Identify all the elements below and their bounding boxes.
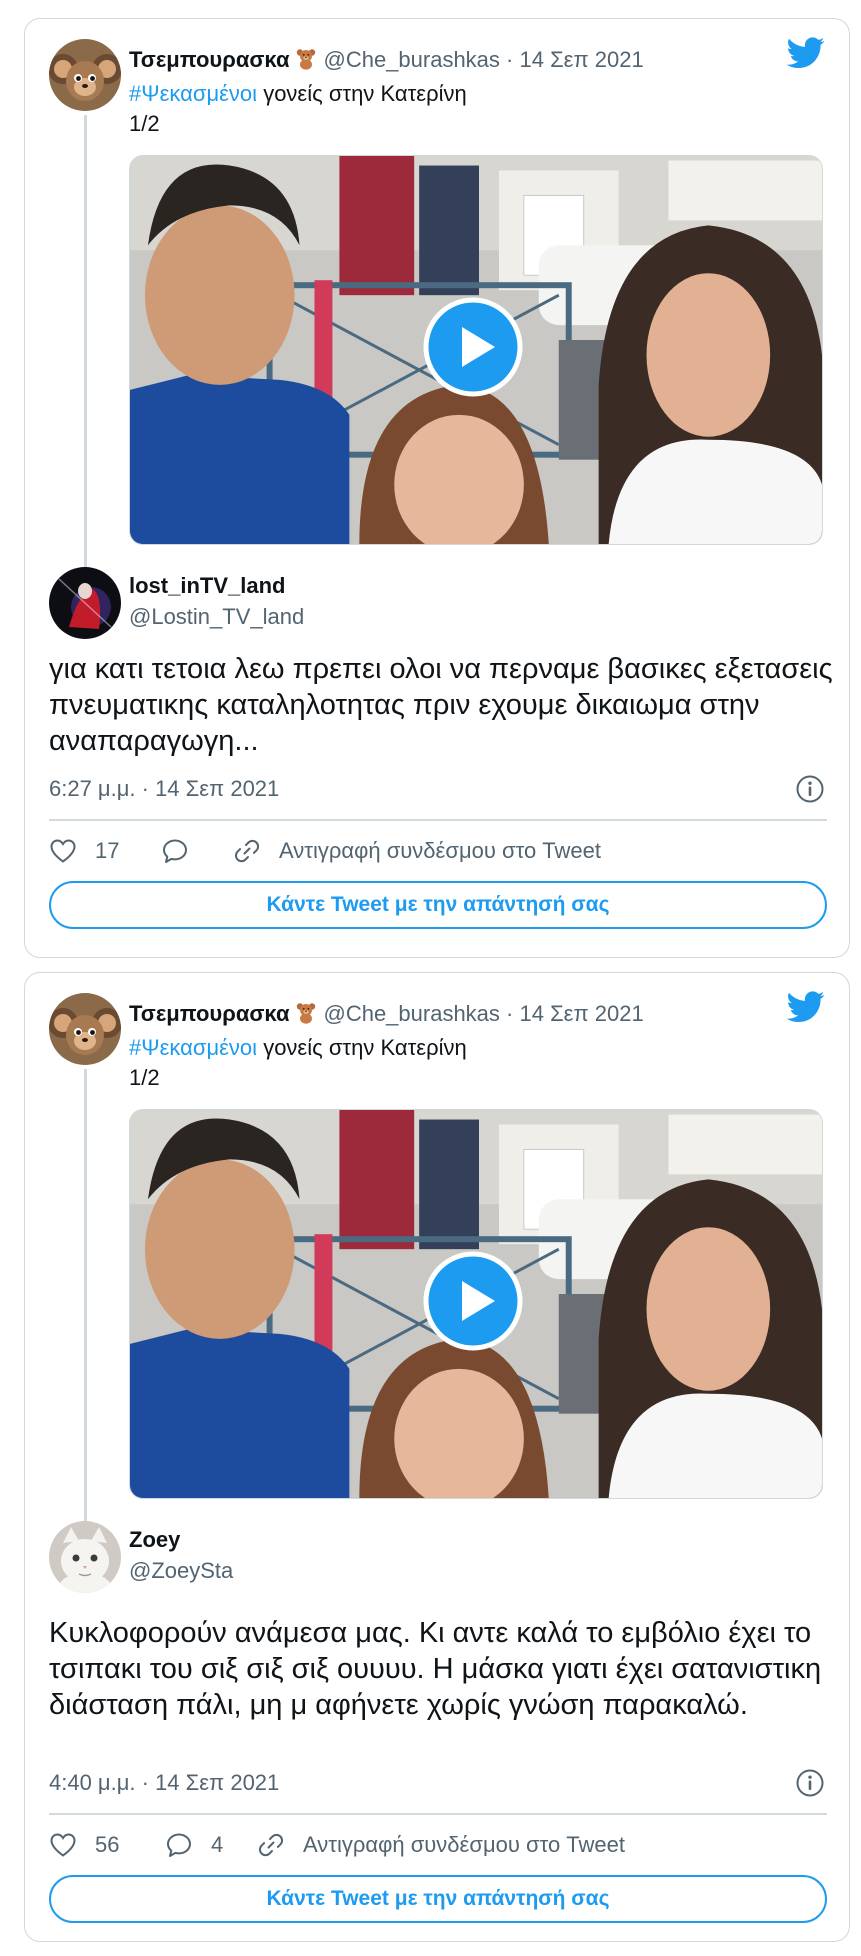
thread-counter: 1/2 [129, 111, 160, 136]
quoted-author-name[interactable]: Τσεμπουρασκα [129, 47, 289, 72]
quoted-author-avatar[interactable] [49, 993, 121, 1065]
play-video-button[interactable] [423, 1251, 523, 1351]
video-thumbnail[interactable] [129, 1109, 823, 1499]
heart-icon [49, 837, 77, 865]
thread-counter: 1/2 [129, 1065, 160, 1090]
divider [49, 1813, 827, 1815]
reply-author-avatar[interactable] [49, 567, 121, 639]
link-icon [233, 837, 261, 865]
quoted-author-name[interactable]: Τσεμπουρασκα [129, 1001, 289, 1026]
like-button[interactable]: 56 [49, 1831, 119, 1859]
hashtag-link[interactable]: #Ψεκασμένοι [129, 81, 257, 106]
reply-button[interactable] [161, 837, 207, 865]
quoted-tweet-header: Τσεμπουρασκα @Che_burashkas · 14 Σεπ 2021 [129, 1000, 644, 1028]
play-icon [423, 1251, 523, 1351]
tweet-your-reply-button[interactable]: Κάντε Tweet με την απάντησή σας [49, 1875, 827, 1923]
reply-text: Κυκλοφορούν ανάμεσα μας. Κι αντε καλά το… [49, 1617, 822, 1721]
quoted-author-handle[interactable]: @Che_burashkas [323, 1001, 499, 1026]
reply-button[interactable]: 4 [165, 1831, 223, 1859]
hashtag-link[interactable]: #Ψεκασμένοι [129, 1035, 257, 1060]
info-icon[interactable] [795, 774, 825, 804]
reply-author-name[interactable]: lost_inTV_land [129, 572, 285, 600]
like-count: 17 [95, 838, 120, 863]
reply-author-avatar[interactable] [49, 1521, 121, 1593]
quoted-text-body: γονείς στην Κατερίνη [263, 81, 467, 106]
copy-link-label: Αντιγραφή συνδέσμου στο Tweet [303, 1832, 625, 1857]
header-separator: · [506, 47, 514, 72]
reply-text: για κατι τετοια λεω πρεπει ολοι να περνα… [49, 653, 833, 757]
quoted-tweet-header: Τσεμπουρασκα @Che_burashkas · 14 Σεπ 2021 [129, 46, 644, 74]
quoted-tweet-text: #Ψεκασμένοι γονείς στην Κατερίνη [129, 1034, 467, 1062]
quoted-tweet-text: #Ψεκασμένοι γονείς στην Κατερίνη [129, 80, 467, 108]
copy-link-button[interactable]: Αντιγραφή συνδέσμου στο Tweet [233, 837, 601, 865]
video-thumbnail[interactable] [129, 155, 823, 545]
twitter-bird-icon[interactable] [787, 991, 825, 1023]
reply-author-handle[interactable]: @ZoeySta [129, 1557, 233, 1585]
copy-link-button[interactable]: Αντιγραφή συνδέσμου στο Tweet [257, 1831, 625, 1859]
reply-author-handle[interactable]: @Lostin_TV_land [129, 603, 304, 631]
play-icon [423, 297, 523, 397]
play-video-button[interactable] [423, 297, 523, 397]
divider [49, 819, 827, 821]
quoted-tweet-date[interactable]: 14 Σεπ 2021 [520, 1001, 644, 1026]
reply-icon [161, 837, 189, 865]
quoted-author-avatar[interactable] [49, 39, 121, 111]
like-button[interactable]: 17 [49, 837, 119, 865]
copy-link-label: Αντιγραφή συνδέσμου στο Tweet [279, 838, 601, 863]
thread-connector-line [84, 115, 87, 575]
reply-count: 4 [211, 1832, 224, 1857]
tweet-your-reply-button[interactable]: Κάντε Tweet με την απάντησή σας [49, 881, 827, 929]
tweet-embed-card: Τσεμπουρασκα @Che_burashkas · 14 Σεπ 2021… [24, 18, 850, 958]
twitter-bird-icon[interactable] [787, 37, 825, 69]
quoted-text-body: γονείς στην Κατερίνη [263, 1035, 467, 1060]
teddy-bear-emoji [295, 48, 317, 70]
like-count: 56 [95, 1832, 120, 1857]
link-icon [257, 1831, 285, 1859]
quoted-author-handle[interactable]: @Che_burashkas [323, 47, 499, 72]
reply-icon [165, 1831, 193, 1859]
heart-icon [49, 1831, 77, 1859]
reply-timestamp[interactable]: 4:40 μ.μ. · 14 Σεπ 2021 [49, 1769, 279, 1797]
thread-connector-line [84, 1069, 87, 1529]
quoted-tweet-date[interactable]: 14 Σεπ 2021 [520, 47, 644, 72]
info-icon[interactable] [795, 1768, 825, 1798]
reply-timestamp[interactable]: 6:27 μ.μ. · 14 Σεπ 2021 [49, 775, 279, 803]
header-separator: · [506, 1001, 514, 1026]
tweet-embed-card: Τσεμπουρασκα @Che_burashkas · 14 Σεπ 2021… [24, 972, 850, 1942]
reply-author-name[interactable]: Zoey [129, 1526, 180, 1554]
teddy-bear-emoji [295, 1002, 317, 1024]
